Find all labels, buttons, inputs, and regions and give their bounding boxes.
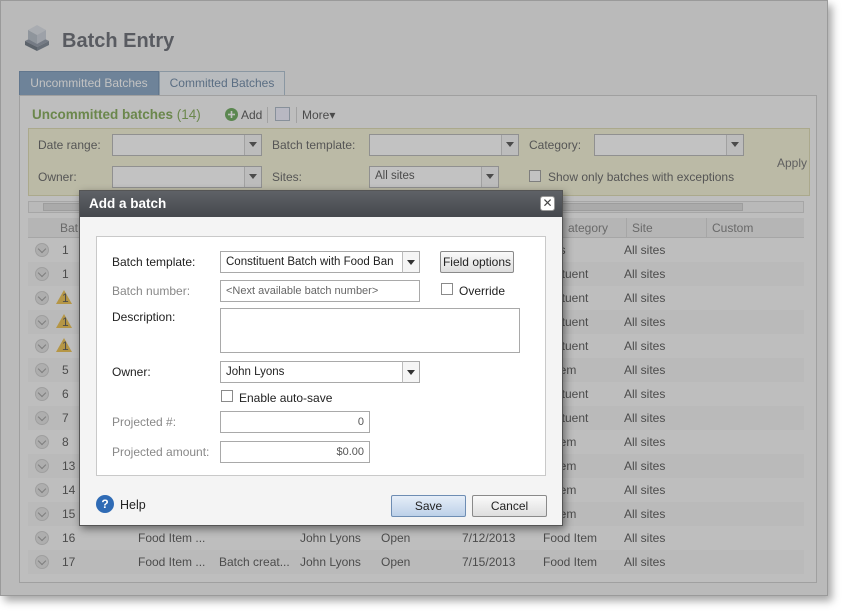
batch-number-label: Batch number: [112,284,191,298]
chevron-down-icon[interactable] [402,361,420,383]
projected-count-input[interactable]: 0 [220,411,370,433]
description-textarea[interactable] [220,308,520,353]
field-options-button[interactable]: Field options [440,251,514,273]
projected-amount-input[interactable]: $0.00 [220,441,370,463]
cancel-button[interactable]: Cancel [472,495,547,517]
auto-save-checkbox[interactable] [221,390,233,402]
batch-template-label: Batch template: [112,255,196,269]
help-icon[interactable]: ? [96,495,114,513]
owner-select[interactable]: John Lyons [220,361,420,383]
batch-template-select[interactable]: Constituent Batch with Food Ban [220,251,420,273]
override-label: Override [459,284,506,298]
batch-template-value: Constituent Batch with Food Ban [226,256,394,268]
description-label: Description: [112,310,176,324]
help-link[interactable]: Help [120,498,146,512]
dialog-form: Batch template: Constituent Batch with F… [96,236,546,476]
auto-save-label: Enable auto-save [239,391,333,405]
projected-amount-label: Projected amount: [112,445,210,459]
override-checkbox[interactable] [441,283,453,295]
chevron-down-icon[interactable] [402,251,420,273]
add-batch-dialog: Add a batch ✕ Batch template: Constituen… [79,190,563,526]
batch-number-input[interactable]: <Next available batch number> [220,280,420,302]
projected-count-label: Projected #: [112,415,177,429]
close-icon[interactable]: ✕ [540,196,555,211]
dialog-title: Add a batch [80,191,562,217]
save-button[interactable]: Save [391,495,466,517]
owner-value: John Lyons [226,366,285,378]
owner-label: Owner: [112,365,151,379]
